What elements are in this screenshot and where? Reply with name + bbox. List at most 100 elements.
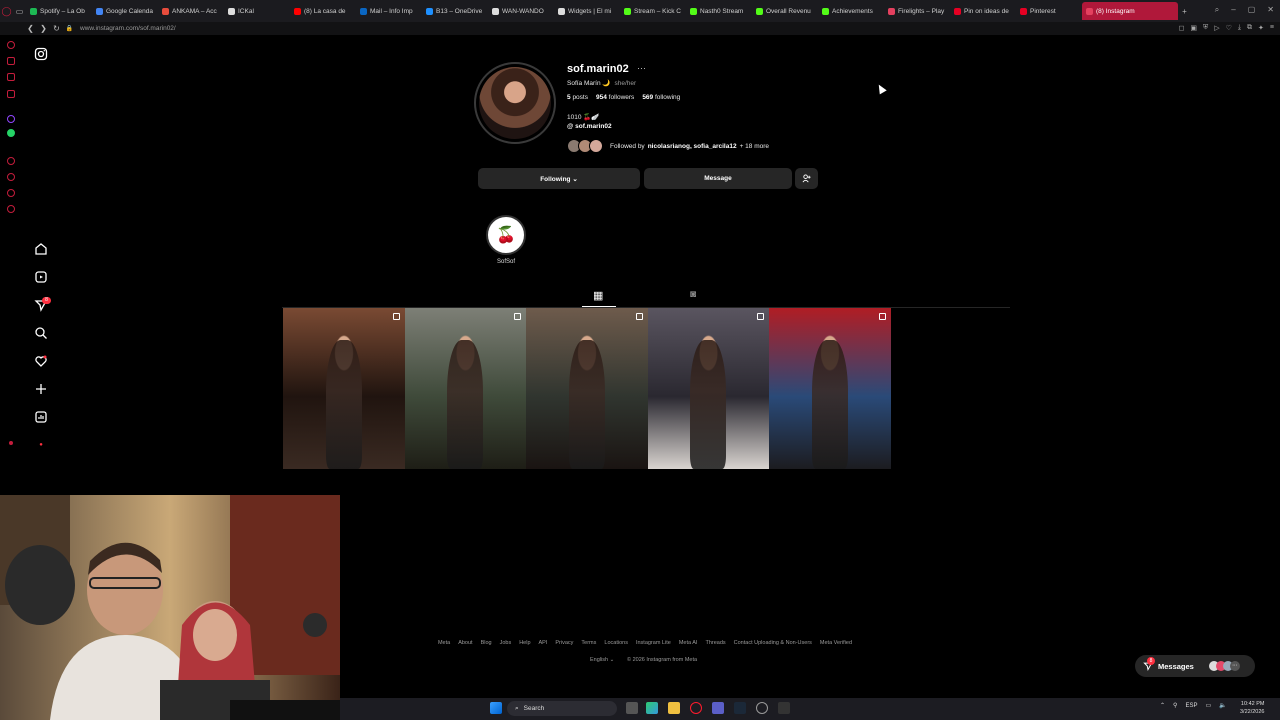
language-selector[interactable]: English ⌄ — [590, 657, 614, 663]
windows-start-icon[interactable] — [490, 702, 502, 714]
footer-link[interactable]: Meta AI — [679, 640, 698, 646]
search-tabs-icon[interactable]: ⌕ — [1215, 5, 1219, 15]
file-explorer-icon[interactable] — [668, 702, 680, 714]
sidebar-bag-icon[interactable] — [7, 57, 15, 65]
browser-tab[interactable]: Mail – Info Imp — [356, 2, 422, 20]
close-icon[interactable]: ✕ — [1267, 5, 1274, 15]
footer-link[interactable]: Meta — [438, 640, 450, 646]
adblock-shield-icon[interactable]: ⛨ — [1203, 24, 1208, 32]
following-stat[interactable]: 569 following — [642, 94, 680, 101]
opera-taskbar-icon[interactable] — [690, 702, 702, 714]
followed-by[interactable]: Followed by nicolasrianog, sofia_arcila1… — [567, 139, 769, 153]
posts-grid-tab[interactable]: ▦ — [593, 289, 603, 302]
footer-link[interactable]: Threads — [705, 640, 725, 646]
more-options-button[interactable]: ··· — [637, 63, 646, 73]
sidebar-opera-icon[interactable] — [7, 41, 15, 49]
sidebar-twitch-icon[interactable] — [7, 115, 15, 123]
edge-icon[interactable] — [646, 702, 658, 714]
taskbar-search[interactable]: ⌕ Search — [507, 701, 617, 716]
browser-tab[interactable]: ANKAMA – Acc — [158, 2, 224, 20]
teams-icon[interactable] — [712, 702, 724, 714]
browser-tab[interactable]: Nasth0 Stream — [686, 2, 752, 20]
sidebar-messenger-icon[interactable] — [7, 73, 15, 81]
sidebar-more-icon[interactable] — [9, 441, 13, 445]
opera-menu-icon[interactable]: ◯ — [0, 6, 13, 17]
sidebar-send-icon[interactable] — [7, 189, 15, 197]
browser-tab[interactable]: Widgets | El mi — [554, 2, 620, 20]
browser-tab[interactable]: Google Calenda — [92, 2, 158, 20]
browser-tab[interactable]: WAN-WANDO — [488, 2, 554, 20]
tagged-tab[interactable]: ◙ — [690, 289, 696, 300]
tray-icon[interactable]: ⚲ — [1173, 702, 1177, 709]
footer-link[interactable]: Help — [519, 640, 530, 646]
browser-tab[interactable]: Firelights – Play — [884, 2, 950, 20]
footer-link[interactable]: Privacy — [555, 640, 573, 646]
browser-tab[interactable]: ICKal — [224, 2, 290, 20]
volume-icon[interactable]: 🔈 — [1219, 702, 1226, 709]
sidebar-history-icon[interactable] — [7, 157, 15, 165]
notifications-heart-icon[interactable] — [34, 354, 48, 368]
search-icon[interactable] — [34, 326, 48, 340]
bookmark-icon[interactable]: ◻ — [1179, 24, 1185, 32]
sidebar-whatsapp-icon[interactable] — [7, 129, 15, 137]
following-button[interactable]: Following ⌄ — [478, 168, 640, 189]
back-button[interactable]: ❮ — [24, 24, 37, 33]
browser-tab[interactable]: Overall Revenu — [752, 2, 818, 20]
post-thumbnail[interactable] — [647, 308, 769, 469]
tray-expand-icon[interactable]: ⌃ — [1160, 702, 1165, 709]
footer-link[interactable]: Locations — [604, 640, 628, 646]
post-thumbnail[interactable] — [404, 308, 526, 469]
browser-tab[interactable]: Stream – Kick C — [620, 2, 686, 20]
heart-icon[interactable]: ♡ — [1226, 24, 1232, 32]
browser-tab[interactable]: Pinterest — [1016, 2, 1082, 20]
followers-stat[interactable]: 954 followers — [596, 94, 634, 101]
instagram-logo-icon[interactable] — [34, 47, 48, 61]
taskbar-clock[interactable]: 10:42 PM 3/22/2026 — [1240, 700, 1264, 716]
snapshot-icon[interactable]: ▣ — [1190, 24, 1197, 32]
home-icon[interactable] — [34, 242, 48, 256]
footer-link[interactable]: Contact Uploading & Non-Users — [734, 640, 812, 646]
play-icon[interactable]: ▷ — [1214, 24, 1219, 32]
reload-button[interactable]: ↻ — [50, 24, 63, 33]
new-tab-button[interactable]: + — [1178, 7, 1191, 16]
dashboard-icon[interactable] — [34, 410, 48, 424]
url-field[interactable]: www.instagram.com/sof.marin02/ — [80, 25, 176, 32]
browser-tab[interactable]: (8) La casa de — [290, 2, 356, 20]
threads-link[interactable]: @ sof.marin02 — [567, 123, 612, 130]
download-icon[interactable]: ⤓ — [1238, 24, 1241, 32]
tab-instagram[interactable]: (8) Instagram — [1082, 2, 1178, 20]
post-thumbnail[interactable] — [283, 308, 405, 469]
profile-avatar[interactable] — [474, 62, 556, 144]
sidebar-music-icon[interactable] — [7, 90, 15, 98]
post-thumbnail[interactable] — [769, 308, 891, 469]
app-icon[interactable] — [778, 702, 790, 714]
footer-link[interactable]: About — [458, 640, 472, 646]
ai-icon[interactable]: ✦ — [1258, 24, 1264, 32]
menu-icon[interactable]: ≡ — [1270, 24, 1274, 32]
browser-tab[interactable]: B13 – OneDrive — [422, 2, 488, 20]
browser-tab[interactable]: Pin on ideas de — [950, 2, 1016, 20]
message-button[interactable]: Message — [644, 168, 792, 189]
minimize-icon[interactable]: – — [1231, 5, 1235, 15]
create-post-icon[interactable] — [34, 382, 48, 396]
language-indicator[interactable]: ESP — [1185, 703, 1197, 709]
footer-link[interactable]: Blog — [481, 640, 492, 646]
story-highlight[interactable]: 🍒 SofSof — [486, 215, 526, 265]
network-icon[interactable]: ▭ — [1205, 702, 1211, 709]
browser-tab[interactable]: Achievements — [818, 2, 884, 20]
reels-icon[interactable] — [34, 270, 48, 284]
direct-messages-icon[interactable]: 8 — [34, 297, 51, 312]
forward-button[interactable]: ❯ — [37, 24, 50, 33]
profile-dot-icon[interactable]: ● — [34, 438, 48, 452]
suggested-users-button[interactable] — [795, 168, 818, 189]
maximize-icon[interactable]: ▢ — [1248, 5, 1256, 15]
site-info-icon[interactable]: 🔒 — [63, 25, 76, 32]
task-view-icon[interactable] — [626, 702, 638, 714]
tab-menu-icon[interactable]: ▭ — [13, 7, 26, 16]
steam-icon[interactable] — [734, 702, 746, 714]
extensions-icon[interactable]: ⧉ — [1247, 24, 1252, 32]
post-thumbnail[interactable] — [526, 308, 648, 469]
sidebar-settings-icon[interactable] — [7, 205, 15, 213]
sidebar-clock-icon[interactable] — [7, 173, 15, 181]
footer-link[interactable]: Terms — [581, 640, 596, 646]
